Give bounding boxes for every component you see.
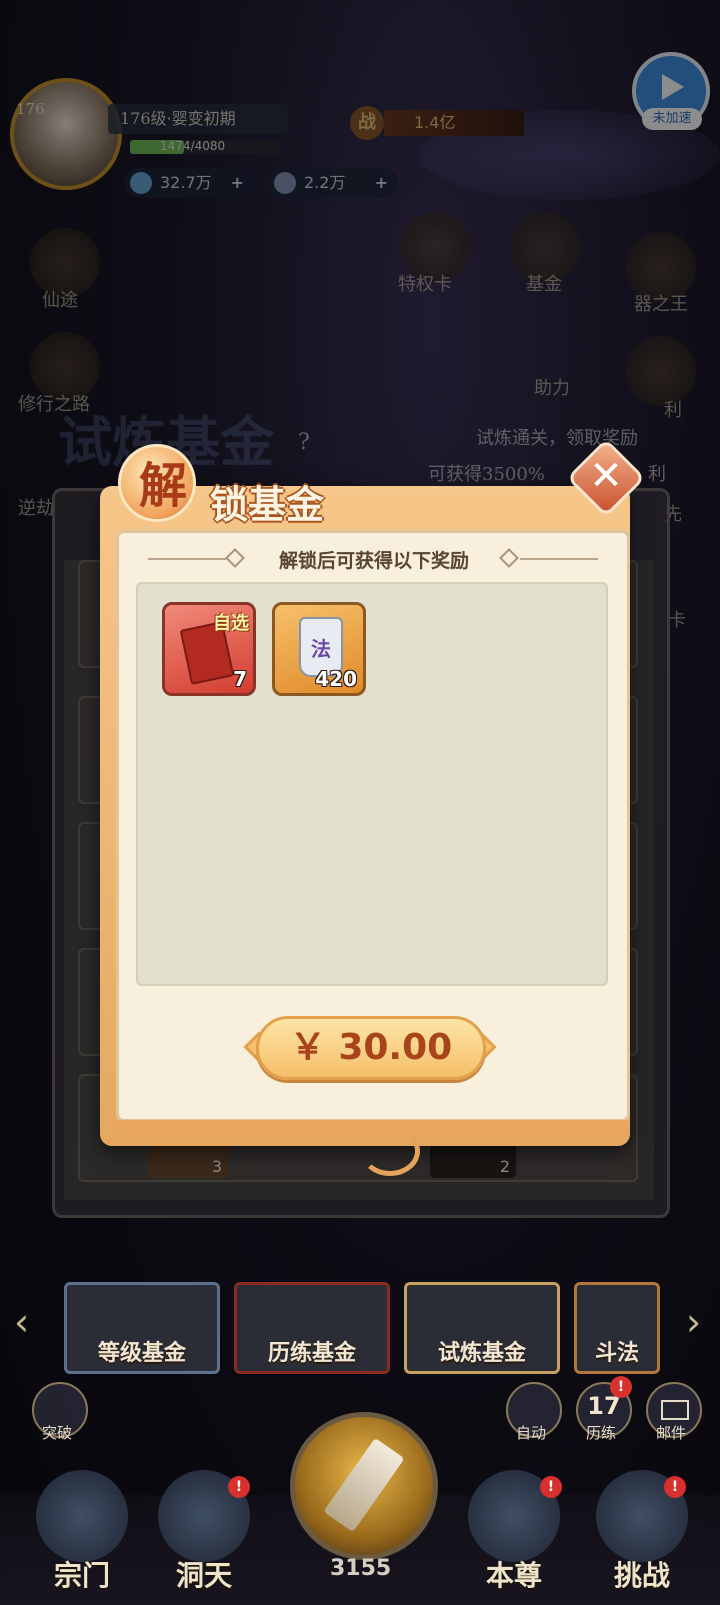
- tab-label: 试炼基金: [437, 1340, 526, 1366]
- notification-badge: !: [540, 1476, 562, 1498]
- trial-label: 历练: [586, 1424, 617, 1442]
- breakthrough-label: 突破: [42, 1424, 73, 1442]
- tab-trial-fund[interactable]: 试炼基金: [404, 1282, 560, 1374]
- sect-building-icon: [36, 1470, 128, 1562]
- tab-label: 斗法: [594, 1340, 639, 1366]
- dialog-title-first: 解: [138, 458, 187, 514]
- reward-count: 7: [233, 667, 247, 691]
- close-icon[interactable]: ✕: [578, 448, 634, 504]
- tab-level-fund[interactable]: 等级基金: [64, 1282, 220, 1374]
- tab-label: 等级基金: [97, 1340, 186, 1366]
- subtitle-line-right: [520, 558, 598, 560]
- purchase-price: ￥ 30.00: [289, 1027, 453, 1068]
- tab-label: 历练基金: [267, 1340, 356, 1366]
- reward-count: 420: [315, 667, 357, 691]
- tab-training-fund[interactable]: 历练基金: [234, 1282, 390, 1374]
- nav-sect[interactable]: 宗门: [22, 1470, 142, 1594]
- reward-item-talisman[interactable]: 法 420: [272, 602, 366, 696]
- reward-tag: 自选: [213, 613, 249, 634]
- notification-badge: !: [610, 1376, 632, 1398]
- notification-badge: !: [228, 1476, 250, 1498]
- ribbon-knot-decoration: [360, 1126, 420, 1176]
- envelope-icon: [661, 1400, 689, 1420]
- dialog-title: 锁基金: [210, 482, 325, 527]
- talisman-char: 法: [311, 637, 331, 661]
- orb-count: 3155: [330, 1556, 392, 1581]
- mail-label: 邮件: [656, 1424, 687, 1442]
- purchase-button[interactable]: ￥ 30.00: [256, 1016, 486, 1080]
- chevron-left-icon[interactable]: ‹: [14, 1300, 29, 1344]
- notification-badge: !: [664, 1476, 686, 1498]
- chevron-right-icon[interactable]: ›: [686, 1300, 701, 1344]
- tab-duel[interactable]: 斗法: [574, 1282, 660, 1374]
- auto-label: 自动: [516, 1424, 547, 1442]
- reward-item-selectable-book[interactable]: 自选 7: [162, 602, 256, 696]
